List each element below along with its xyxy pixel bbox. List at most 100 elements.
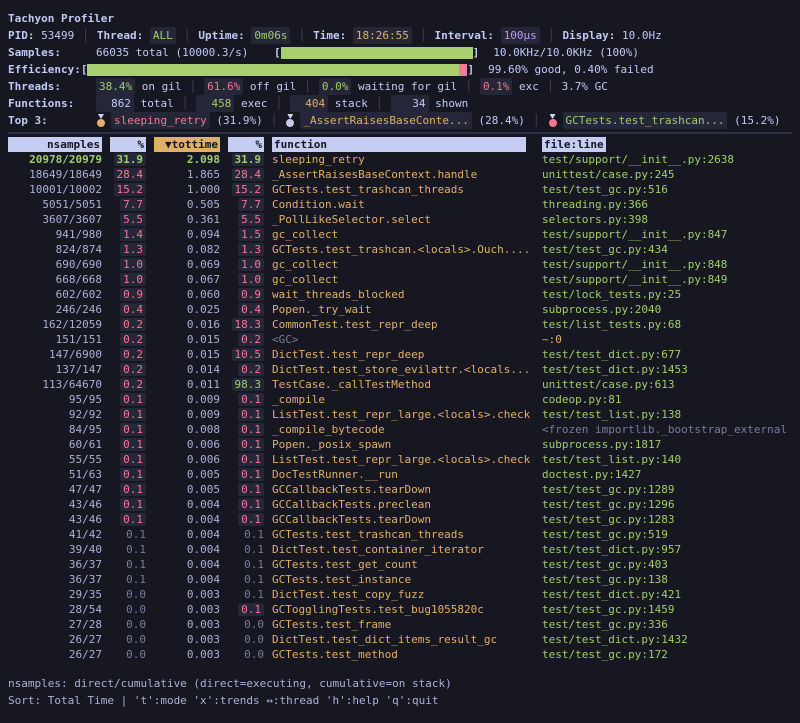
- function-header-label: function: [272, 137, 526, 152]
- tottime-cell: 0.004: [146, 557, 220, 572]
- pct-cumulative-cell: 0.1: [220, 407, 264, 422]
- pct-cumulative-value: 0.1: [238, 513, 264, 526]
- function-cell: GCCallbackTests.tearDown: [264, 482, 534, 497]
- pct-direct-value: 0.1: [120, 408, 146, 421]
- table-row[interactable]: 95/950.10.0090.1_compilecodeop.py:81: [8, 392, 792, 407]
- column-header-tottime-sorted[interactable]: ▼tottime: [146, 137, 220, 152]
- table-row[interactable]: 36/370.10.0040.1GCTests.test_instancetes…: [8, 572, 792, 587]
- pct-cumulative-cell: 0.0: [220, 632, 264, 647]
- efficiency-text: 99.60% good, 0.40% failed: [488, 61, 654, 78]
- table-row[interactable]: 602/6020.90.0600.9wait_threads_blockedte…: [8, 287, 792, 302]
- column-header-pct-cumulative[interactable]: %: [220, 137, 264, 152]
- nsamples-cell: 151/151: [8, 332, 102, 347]
- nsamples-cell: 26/27: [8, 632, 102, 647]
- file-line-cell: codeop.py:81: [534, 392, 792, 407]
- tottime-cell: 0.011: [146, 377, 220, 392]
- function-cell: DictTest.test_dict_items_result_gc: [264, 632, 534, 647]
- nsamples-cell: 18649/18649: [8, 167, 102, 182]
- pct-direct-cell: 0.2: [102, 347, 146, 362]
- function-cell: Popen._posix_spawn: [264, 437, 534, 452]
- table-row[interactable]: 113/646700.20.01198.3TestCase._callTestM…: [8, 377, 792, 392]
- table-row[interactable]: 824/8741.30.0821.3GCTests.test_trashcan.…: [8, 242, 792, 257]
- table-row[interactable]: 151/1510.20.0150.2<GC>~:0: [8, 332, 792, 347]
- thread-stat: 38.4% on gil: [96, 78, 181, 95]
- thread-stat-value: 3.7%: [562, 78, 589, 95]
- table-row[interactable]: 92/920.10.0090.1ListTest.test_repr_large…: [8, 407, 792, 422]
- table-row[interactable]: 941/9801.40.0941.5gc_collecttest/support…: [8, 227, 792, 242]
- file-line-cell: test/support/__init__.py:847: [534, 227, 792, 242]
- table-row[interactable]: 43/460.10.0040.1GCCallbackTests.tearDown…: [8, 512, 792, 527]
- table-row[interactable]: 29/350.00.0030.1DictTest.test_copy_fuzzt…: [8, 587, 792, 602]
- tottime-cell: 0.004: [146, 542, 220, 557]
- table-row[interactable]: 84/950.10.0080.1_compile_bytecode<frozen…: [8, 422, 792, 437]
- pct-direct-value: 31.9: [114, 153, 147, 166]
- table-row[interactable]: 36/370.10.0040.1GCTests.test_get_countte…: [8, 557, 792, 572]
- samples-text: 66035 total (10000.3/s): [96, 44, 274, 61]
- table-row[interactable]: 5051/50517.70.5057.7Condition.waitthread…: [8, 197, 792, 212]
- thread-stat-label: exc: [512, 78, 539, 95]
- file-line-cell: test/test_gc.py:336: [534, 617, 792, 632]
- table-row[interactable]: 690/6901.00.0691.0gc_collecttest/support…: [8, 257, 792, 272]
- table-row[interactable]: 246/2460.40.0250.4Popen._try_waitsubproc…: [8, 302, 792, 317]
- pct-direct-value: 0.9: [120, 288, 146, 301]
- table-row[interactable]: 26/270.00.0030.0GCTests.test_methodtest/…: [8, 647, 792, 662]
- pct-cumulative-value: 0.2: [238, 333, 264, 346]
- table-row[interactable]: 60/610.10.0060.1Popen._posix_spawnsubpro…: [8, 437, 792, 452]
- function-cell: _compile: [264, 392, 534, 407]
- column-header-file-line[interactable]: file:line: [534, 137, 792, 152]
- nsamples-cell: 137/147: [8, 362, 102, 377]
- gold-medal-icon: [96, 114, 106, 127]
- thread-stat-value: 38.4%: [96, 78, 135, 95]
- table-row[interactable]: 10001/1000215.21.00015.2GCTests.test_tra…: [8, 182, 792, 197]
- pct-direct-cell: 0.0: [102, 602, 146, 617]
- function-cell: gc_collect: [264, 272, 534, 287]
- table-row[interactable]: 147/69000.20.01510.5DictTest.test_repr_d…: [8, 347, 792, 362]
- table-row[interactable]: 47/470.10.0050.1GCCallbackTests.tearDown…: [8, 482, 792, 497]
- function-cell: GCTogglingTests.test_bug1055820c: [264, 602, 534, 617]
- file-line-cell: test/support/__init__.py:2638: [534, 152, 792, 167]
- pct-direct-value: 0.2: [120, 363, 146, 376]
- table-row[interactable]: 39/400.10.0040.1DictTest.test_container_…: [8, 542, 792, 557]
- nsamples-cell: 27/28: [8, 617, 102, 632]
- pct-direct-cell: 0.0: [102, 647, 146, 662]
- function-cell: ListTest.test_repr_large.<locals>.check: [264, 407, 534, 422]
- pct-cumulative-value: 0.1: [238, 423, 264, 436]
- table-row[interactable]: 27/280.00.0030.0GCTests.test_frametest/t…: [8, 617, 792, 632]
- nsamples-cell: 28/54: [8, 602, 102, 617]
- table-row[interactable]: 20978/2097931.92.09831.9sleeping_retryte…: [8, 152, 792, 167]
- samples-rate-text: 10.0KHz/10.0KHz (100%): [493, 44, 639, 61]
- table-row[interactable]: 26/270.00.0030.0DictTest.test_dict_items…: [8, 632, 792, 647]
- table-row[interactable]: 18649/1864928.41.86528.4_AssertRaisesBas…: [8, 167, 792, 182]
- table-row[interactable]: 137/1470.20.0140.2DictTest.test_store_ev…: [8, 362, 792, 377]
- nsamples-cell: 43/46: [8, 512, 102, 527]
- function-cell: gc_collect: [264, 227, 534, 242]
- table-row[interactable]: 43/460.10.0040.1GCCallbackTests.preclean…: [8, 497, 792, 512]
- tottime-cell: 0.003: [146, 617, 220, 632]
- tottime-cell: 0.016: [146, 317, 220, 332]
- function-cell: GCTests.test_method: [264, 647, 534, 662]
- pct-cumulative-cell: 0.2: [220, 332, 264, 347]
- pct-cumulative-value: 5.5: [238, 213, 264, 226]
- pct-direct-cell: 0.2: [102, 377, 146, 392]
- column-header-pct-direct[interactable]: %: [102, 137, 146, 152]
- function-cell: sleeping_retry: [264, 152, 534, 167]
- pct-direct-value: 0.1: [120, 393, 146, 406]
- table-row[interactable]: 668/6681.00.0671.0gc_collecttest/support…: [8, 272, 792, 287]
- file-line-cell: subprocess.py:1817: [534, 437, 792, 452]
- pct-direct-value: 0.2: [120, 333, 146, 346]
- info-item-label: Uptime:: [198, 27, 251, 44]
- top3-item: _AssertRaisesBaseConte... (28.4%): [285, 112, 525, 129]
- table-row[interactable]: 41/420.10.0040.1GCTests.test_trashcan_th…: [8, 527, 792, 542]
- table-row[interactable]: 162/120590.20.01618.3CommonTest.test_rep…: [8, 317, 792, 332]
- column-header-nsamples[interactable]: nsamples: [8, 137, 102, 152]
- file-line-cell: test/test_gc.py:1459: [534, 602, 792, 617]
- column-header-function[interactable]: function: [264, 137, 534, 152]
- threads-row: Threads:38.4% on gil│61.6% off gil│0.0% …: [8, 78, 792, 95]
- table-row[interactable]: 3607/36075.50.3615.5_PollLikeSelector.se…: [8, 212, 792, 227]
- table-row[interactable]: 28/540.00.0030.1GCTogglingTests.test_bug…: [8, 602, 792, 617]
- pct-cumulative-value: 0.1: [244, 588, 264, 601]
- table-row[interactable]: 51/630.10.0050.1DocTestRunner.__rundocte…: [8, 467, 792, 482]
- table-row[interactable]: 55/550.10.0060.1ListTest.test_repr_large…: [8, 452, 792, 467]
- file-line-cell: <frozen importlib._bootstrap_external: [534, 422, 792, 437]
- pct-direct-value: 1.0: [120, 258, 146, 271]
